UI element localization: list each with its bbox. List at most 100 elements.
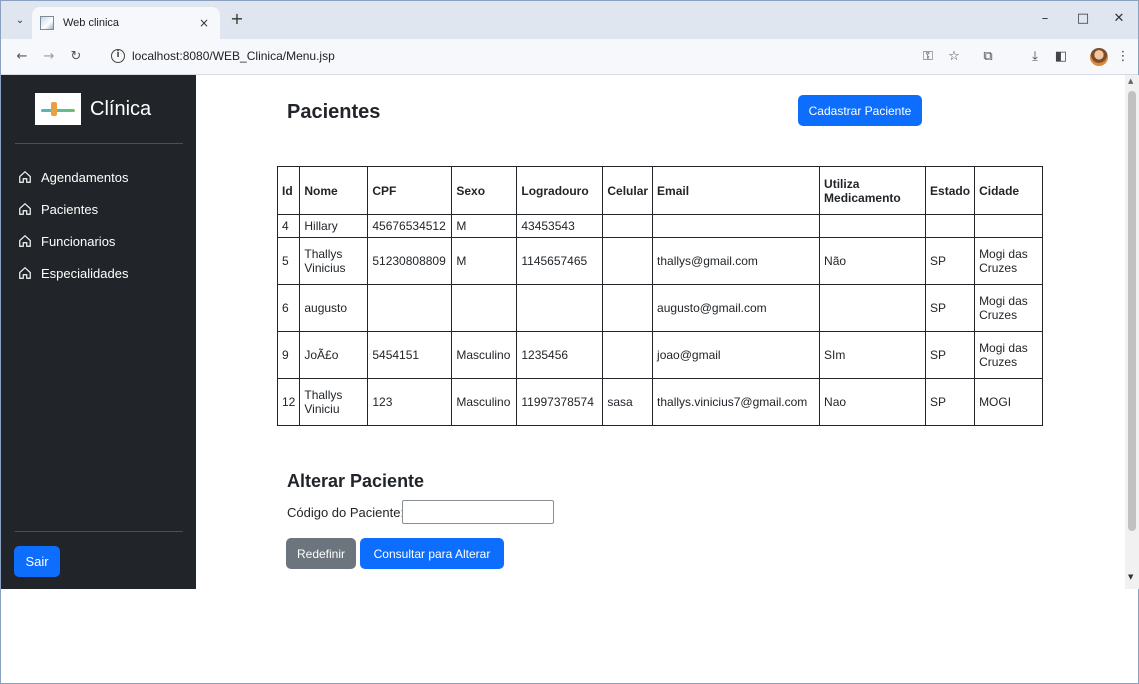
- add-patient-button[interactable]: Cadastrar Paciente: [798, 95, 922, 126]
- sidebar-item-label: Especialidades: [41, 265, 129, 281]
- table-row: 12 Thallys Viniciu 123 Masculino 11997378574…: [276, 378, 1044, 426]
- new-tab-button[interactable]: +: [227, 10, 247, 30]
- browser-window: ⌄ Web clinica × + – □ ✕ ← → ↻ i localhos…: [0, 0, 1139, 684]
- scroll-down-icon[interactable]: ▼: [1128, 573, 1133, 581]
- back-icon[interactable]: ←: [12, 47, 32, 67]
- table-cell: [602, 214, 654, 238]
- maximize-button[interactable]: □: [1065, 7, 1101, 31]
- reset-button[interactable]: Redefinir: [286, 538, 356, 569]
- sidebar-icon[interactable]: ◧: [1051, 47, 1071, 67]
- table-cell: 5454151: [367, 331, 453, 379]
- brand[interactable]: Clínica: [35, 93, 151, 125]
- table-cell: SP: [925, 331, 976, 379]
- minimize-button[interactable]: –: [1027, 7, 1063, 31]
- profile-avatar[interactable]: [1090, 48, 1108, 66]
- table-cell: [819, 214, 927, 238]
- sidebar-divider: [15, 531, 183, 532]
- sidebar-item-label: Pacientes: [41, 201, 99, 217]
- table-cell: [602, 237, 654, 285]
- table-row: 4 Hillary 45676534512 M 43453543: [276, 214, 1044, 238]
- url-field[interactable]: localhost:8080/WEB_Clinica/Menu.jsp: [132, 49, 335, 63]
- table-cell: 12: [276, 378, 301, 426]
- patient-code-input[interactable]: [402, 500, 554, 524]
- patients-table-body: 4 Hillary 45676534512 M 43453543 5 Thallys Vin…: [276, 214, 1044, 426]
- table-cell: Masculino: [451, 331, 518, 379]
- table-cell: SIm: [819, 331, 927, 379]
- table-cell: 11997378574: [516, 378, 604, 426]
- page-title: Pacientes: [287, 101, 381, 123]
- page-scrollbar[interactable]: ▲ ▼: [1125, 75, 1139, 589]
- table-cell: 123: [367, 378, 453, 426]
- sidebar-item-especialidades[interactable]: Especialidades: [18, 257, 128, 289]
- table-cell: 1145657465: [516, 237, 604, 285]
- table-cell: Mogi das Cruzes: [974, 284, 1044, 332]
- reload-icon[interactable]: ↻: [66, 47, 86, 67]
- more-icon[interactable]: ⋮: [1113, 47, 1133, 67]
- logout-button[interactable]: Sair: [14, 546, 60, 577]
- table-cell: M: [451, 237, 518, 285]
- column-header: CPF: [367, 166, 453, 215]
- table-cell: [451, 284, 518, 332]
- close-window-button[interactable]: ✕: [1101, 7, 1137, 31]
- scroll-thumb[interactable]: [1128, 91, 1136, 531]
- address-bar: ← → ↻ i localhost:8080/WEB_Clinica/Menu.…: [1, 39, 1138, 75]
- tab-close-icon[interactable]: ×: [196, 16, 212, 30]
- table-cell: M: [451, 214, 518, 238]
- browser-tab[interactable]: Web clinica ×: [32, 7, 220, 39]
- home-icon: [19, 234, 31, 247]
- table-cell: 4: [276, 214, 301, 238]
- table-cell: [367, 284, 453, 332]
- site-info-icon[interactable]: i: [111, 49, 125, 63]
- table-cell: 9: [276, 331, 301, 379]
- column-header: Estado: [925, 166, 976, 215]
- table-cell: [652, 214, 821, 238]
- table-cell: thallys.vinicius7@gmail.com: [652, 378, 821, 426]
- table-cell: SP: [925, 284, 976, 332]
- table-cell: 51230808809: [367, 237, 453, 285]
- table-cell: Mogi das Cruzes: [974, 237, 1044, 285]
- table-cell: Mogi das Cruzes: [974, 331, 1044, 379]
- patients-table: Id Nome CPF Sexo Logradouro Celular Emai…: [276, 166, 1044, 426]
- column-header: Celular: [602, 166, 654, 215]
- home-icon: [19, 202, 31, 215]
- table-row: 5 Thallys Vinicius 51230808809 M 1145657465 t…: [276, 237, 1044, 285]
- table-cell: Hillary: [299, 214, 369, 238]
- column-header: Id: [276, 166, 301, 215]
- table-cell: SP: [925, 237, 976, 285]
- table-cell: 43453543: [516, 214, 604, 238]
- table-cell: [974, 214, 1044, 238]
- table-cell: Thallys Viniciu: [299, 378, 369, 426]
- page-viewport: Clínica Agendamentos Pacientes Funcionar…: [1, 75, 1125, 683]
- column-header: Cidade: [974, 166, 1044, 215]
- table-cell: 6: [276, 284, 301, 332]
- forward-icon[interactable]: →: [39, 47, 59, 67]
- column-header: Sexo: [451, 166, 518, 215]
- column-header: Nome: [299, 166, 369, 215]
- favicon-icon: [40, 16, 54, 30]
- edit-section-title: Alterar Paciente: [287, 471, 425, 491]
- tab-search-chevron-icon[interactable]: ⌄: [9, 9, 31, 31]
- extensions-icon[interactable]: ⧉: [978, 47, 998, 67]
- table-cell: sasa: [602, 378, 654, 426]
- column-header: Email: [652, 166, 821, 215]
- star-icon[interactable]: ☆: [944, 47, 964, 67]
- table-cell: augusto: [299, 284, 369, 332]
- table-cell: [819, 284, 927, 332]
- scroll-up-icon[interactable]: ▲: [1128, 77, 1133, 85]
- sidebar-item-pacientes[interactable]: Pacientes: [18, 193, 128, 225]
- table-cell: thallys@gmail.com: [652, 237, 821, 285]
- table-cell: 5: [276, 237, 301, 285]
- table-cell: SP: [925, 378, 976, 426]
- column-header: Logradouro: [516, 166, 604, 215]
- table-row: 6 augusto augusto@gmail.com SP Mogi das Cruz…: [276, 284, 1044, 332]
- sidebar-item-funcionarios[interactable]: Funcionarios: [18, 225, 128, 257]
- consult-to-edit-button[interactable]: Consultar para Alterar: [360, 538, 504, 569]
- sidebar-menu: Agendamentos Pacientes Funcionarios Espe…: [18, 161, 128, 289]
- clinic-logo: [35, 93, 81, 125]
- key-icon[interactable]: ⚿: [918, 47, 938, 67]
- table-cell: augusto@gmail.com: [652, 284, 821, 332]
- sidebar-item-agendamentos[interactable]: Agendamentos: [18, 161, 128, 193]
- download-icon[interactable]: ⤓: [1025, 47, 1045, 67]
- table-cell: Não: [819, 237, 927, 285]
- table-cell: [925, 214, 976, 238]
